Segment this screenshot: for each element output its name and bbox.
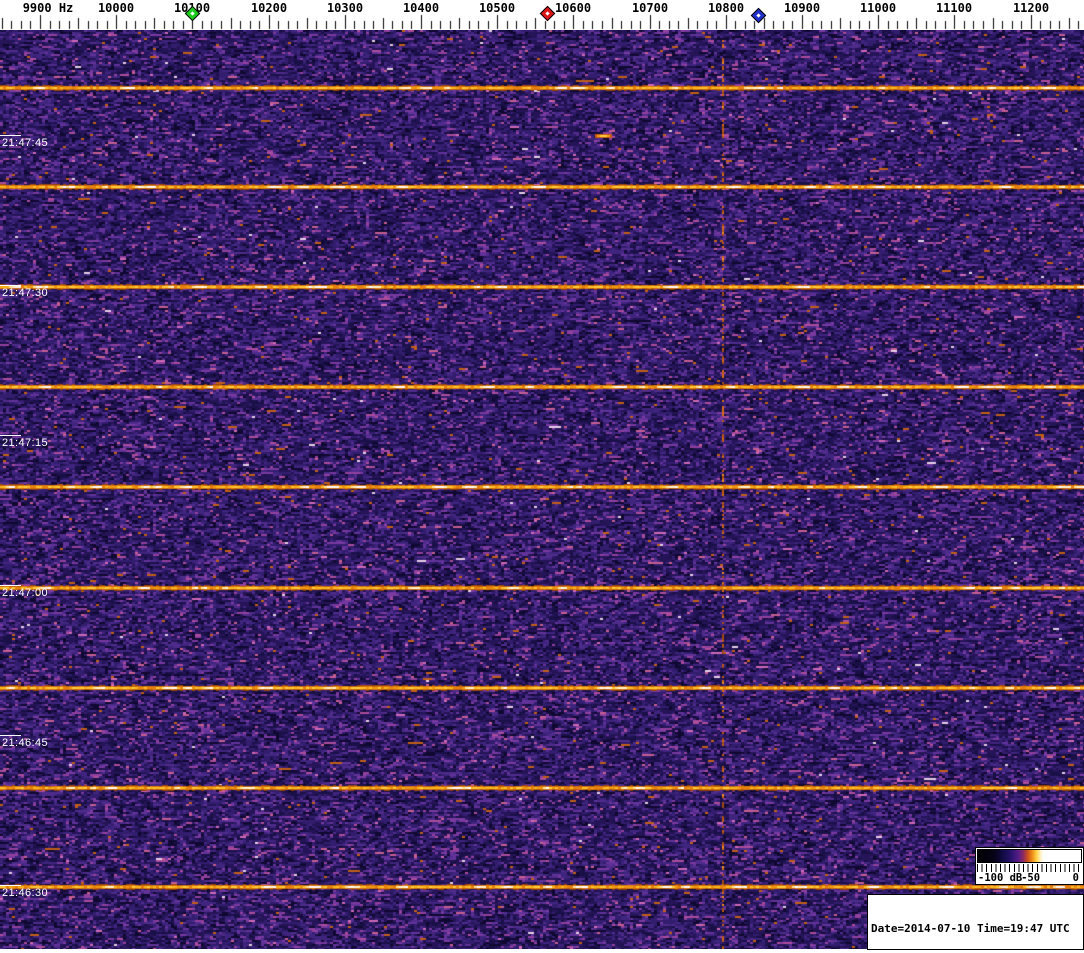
freq-tick-label: 10300: [326, 1, 364, 15]
freq-tick-label: 10500: [478, 1, 516, 15]
freq-tick-label: 10700: [631, 1, 669, 15]
time-label: 21:46:45: [2, 737, 49, 749]
marker-center-dot: [544, 10, 550, 15]
marker-center-dot: [755, 12, 761, 17]
freq-tick-label: 10800: [707, 1, 745, 15]
db-max-label: 0: [1072, 872, 1079, 884]
info-box: Date=2014-07-10 Time=19:47 UTC Freq=143 …: [867, 894, 1084, 950]
frequency-ruler[interactable]: 9900 Hz100001010010200103001040010500106…: [0, 0, 1084, 30]
time-tick: [0, 885, 21, 886]
time-label: 21:47:15: [2, 437, 49, 449]
db-scale-labels: -100 dB -50 0: [976, 872, 1081, 884]
freq-tick-label: 10400: [402, 1, 440, 15]
freq-tick-label: 11100: [935, 1, 973, 15]
time-tick: [0, 735, 21, 736]
freq-tick-label: 10000: [97, 1, 135, 15]
time-tick: [0, 285, 21, 286]
time-tick: [0, 135, 21, 136]
time-label: 21:46:30: [2, 887, 49, 899]
freq-tick-label: 10900: [783, 1, 821, 15]
freq-tick-label: 10200: [250, 1, 288, 15]
freq-tick-label: 11000: [859, 1, 897, 15]
freq-tick-label: 9900 Hz: [22, 1, 74, 15]
freq-tick-label: 10600: [554, 1, 592, 15]
time-tick: [0, 435, 21, 436]
spectrogram-window: 9900 Hz100001010010200103001040010500106…: [0, 0, 1084, 953]
db-mid-label: -50: [1021, 872, 1041, 884]
info-date-time: Date=2014-07-10 Time=19:47 UTC: [871, 922, 1070, 935]
time-label: 21:47:30: [2, 287, 49, 299]
db-color-scale[interactable]: -100 dB -50 0: [975, 847, 1084, 885]
freq-tick-label: 11200: [1012, 1, 1050, 15]
db-min-label: -100 dB: [978, 872, 1023, 884]
waterfall-spectrogram[interactable]: [0, 30, 1084, 949]
db-scale-ticks: [977, 864, 1081, 872]
time-label: 21:47:45: [2, 137, 49, 149]
marker-center-dot: [189, 10, 195, 15]
time-label: 21:47:00: [2, 587, 49, 599]
color-gradient-bar[interactable]: [977, 849, 1082, 863]
time-tick: [0, 585, 21, 586]
